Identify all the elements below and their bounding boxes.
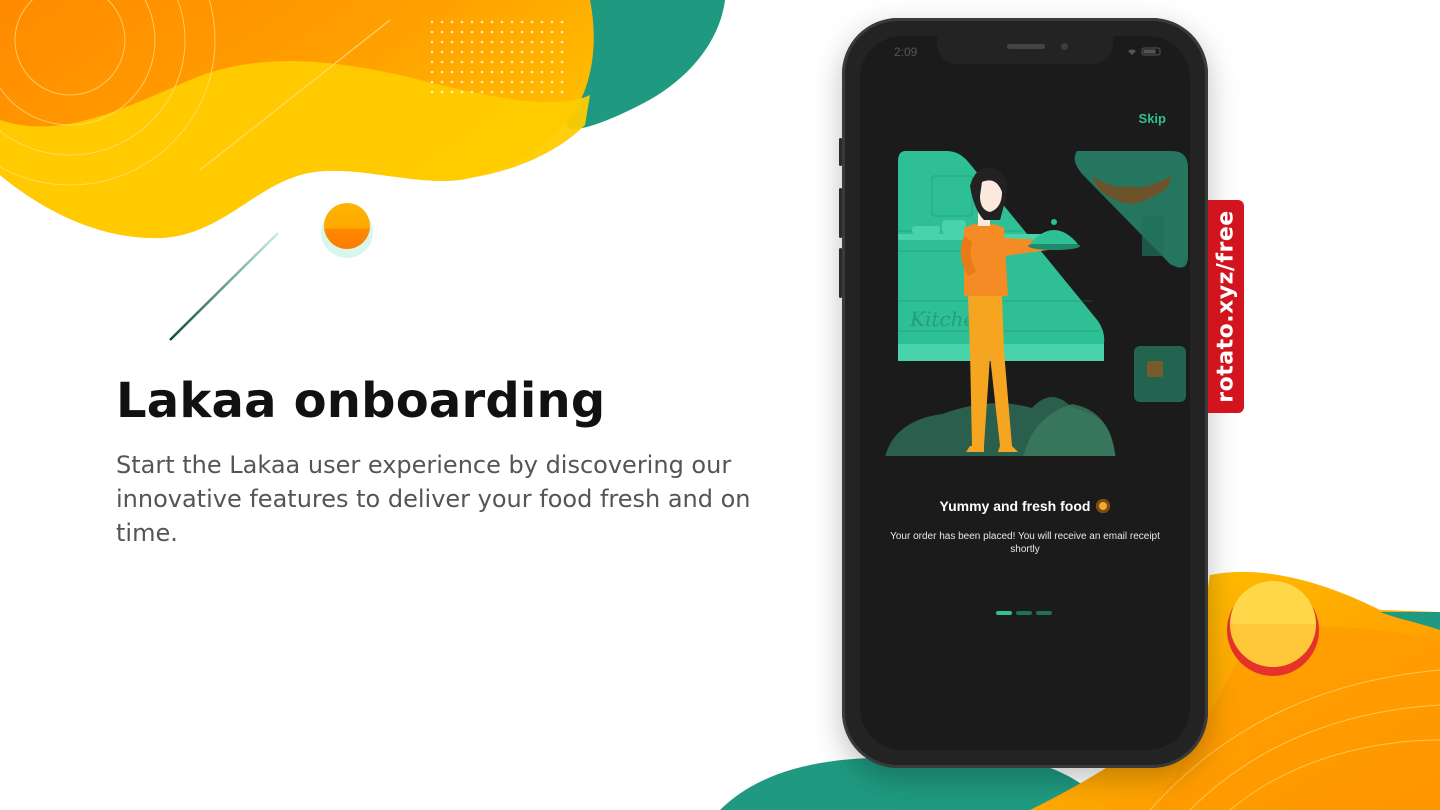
pancake-emoji-icon: [1096, 499, 1111, 513]
speaker-grille: [1007, 44, 1045, 49]
status-time: 2:09: [894, 45, 918, 59]
wifi-icon: [1128, 49, 1136, 55]
phone-side-button: [839, 138, 842, 166]
rotato-promo-badge[interactable]: rotato.xyz/free: [1208, 200, 1244, 413]
onboarding-description: Your order has been placed! You will rec…: [890, 531, 1160, 555]
front-camera: [1061, 43, 1068, 50]
page-indicator: [996, 611, 1056, 617]
phone-mockup: 2:09 Skip Kitchen Yummy and fresh food Y…: [839, 18, 1208, 768]
onboarding-title: Yummy and fresh food: [860, 498, 1190, 514]
rotato-promo-text: rotato.xyz/free: [1213, 210, 1239, 403]
phone-notch: [937, 36, 1113, 64]
onboarding-illustration: Kitchen: [885, 151, 1188, 456]
page-indicator-dot-3[interactable]: [1036, 611, 1052, 615]
page-title: Lakaa onboarding: [116, 373, 606, 429]
phone-volume-up-button: [839, 188, 842, 238]
phone-screen: 2:09 Skip Kitchen Yummy and fresh food Y…: [860, 36, 1190, 750]
page-indicator-dot-2[interactable]: [1016, 611, 1032, 615]
status-bar-icons: [1128, 47, 1161, 56]
phone-volume-down-button: [839, 248, 842, 298]
page-indicator-dot-1[interactable]: [996, 611, 1012, 615]
page-description: Start the Lakaa user experience by disco…: [116, 451, 751, 547]
onboarding-title-text: Yummy and fresh food: [939, 498, 1091, 514]
skip-button[interactable]: Skip: [1139, 111, 1166, 126]
